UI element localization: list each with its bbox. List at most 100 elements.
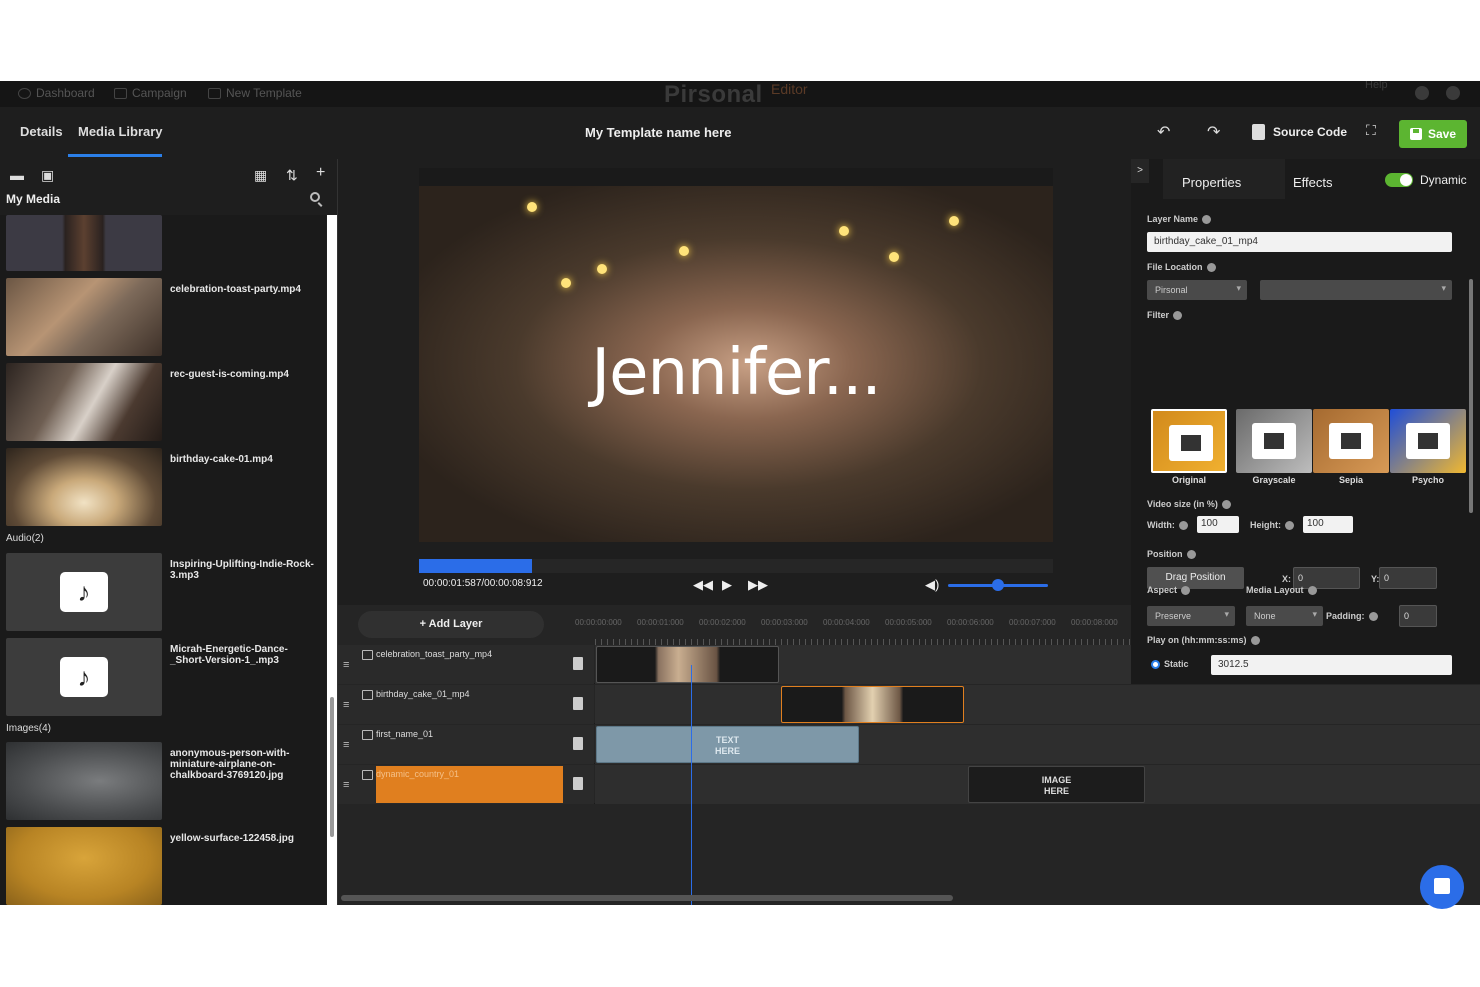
text-layer-icon <box>362 730 373 740</box>
track-name[interactable]: celebration_toast_party_mp4 <box>376 649 492 659</box>
info-icon[interactable] <box>1186 549 1196 559</box>
padding-input[interactable]: 0 <box>1399 605 1437 627</box>
track-lane[interactable] <box>595 685 1480 724</box>
save-button[interactable]: Save <box>1399 120 1467 148</box>
sort-icon[interactable]: ⇅ <box>286 167 298 184</box>
info-icon[interactable] <box>1202 214 1212 224</box>
scrollbar-thumb[interactable] <box>330 697 334 837</box>
media-thumbnail[interactable] <box>6 363 162 441</box>
trash-icon[interactable] <box>573 657 583 670</box>
video-frame[interactable]: Jennifer... <box>419 186 1053 542</box>
file-location-select[interactable]: Pirsonal <box>1147 280 1247 300</box>
drag-handle-icon[interactable]: ≡ <box>343 739 349 751</box>
add-layer-button[interactable]: + Add Layer <box>358 611 544 638</box>
fullscreen-icon[interactable]: ⛶ <box>1366 122 1376 139</box>
trash-icon[interactable] <box>573 777 583 790</box>
fast-forward-icon[interactable]: ▶▶ <box>748 577 768 593</box>
redo-icon[interactable]: ↷ <box>1207 122 1220 142</box>
bell-icon[interactable] <box>1415 86 1429 100</box>
height-input[interactable]: 100 <box>1303 516 1353 533</box>
static-radio[interactable]: Static <box>1151 659 1189 669</box>
image-thumbnail[interactable] <box>6 742 162 820</box>
video-clip-selected[interactable] <box>781 686 964 723</box>
layer-name-input[interactable]: birthday_cake_01_mp4 <box>1147 232 1452 252</box>
track-lane[interactable]: IMAGE HERE <box>595 765 1480 804</box>
image-clip[interactable]: IMAGE HERE <box>968 766 1145 803</box>
play-icon[interactable]: ▶ <box>722 577 732 593</box>
media-thumbnail[interactable] <box>6 448 162 526</box>
info-icon[interactable] <box>1181 585 1191 595</box>
timeline-track: ≡ dynamic_country_01 IMAGE HERE <box>338 765 1480 804</box>
filter-psycho[interactable] <box>1390 409 1466 473</box>
chat-support-button[interactable] <box>1420 865 1464 909</box>
video-clip[interactable] <box>596 646 779 683</box>
media-thumbnail[interactable] <box>6 215 162 271</box>
source-code-button[interactable]: Source Code <box>1252 124 1347 140</box>
upload-folder-icon[interactable]: ▬ <box>10 167 24 183</box>
radio-selected-icon[interactable] <box>1151 659 1160 669</box>
info-icon[interactable] <box>1206 262 1216 272</box>
tab-details[interactable]: Details <box>20 124 63 139</box>
info-icon[interactable] <box>1173 310 1183 320</box>
filter-original[interactable] <box>1151 409 1227 473</box>
info-icon[interactable] <box>1307 585 1317 595</box>
track-lane[interactable]: TEXT HERE <box>595 725 1480 764</box>
filter-sepia[interactable] <box>1313 409 1389 473</box>
tab-effects[interactable]: Effects <box>1293 175 1333 190</box>
volume-icon[interactable]: ◀) <box>925 577 939 593</box>
aspect-select[interactable]: Preserve <box>1147 606 1235 626</box>
info-icon[interactable] <box>1221 499 1231 509</box>
media-item-label[interactable]: Micrah-Energetic-Dance-_Short-Version-1_… <box>170 644 320 666</box>
nav-dashboard[interactable]: Dashboard <box>18 86 95 100</box>
info-icon[interactable] <box>1178 520 1188 530</box>
info-icon[interactable] <box>1285 520 1294 530</box>
grid-view-icon[interactable]: ▦ <box>254 167 267 184</box>
playhead[interactable] <box>691 665 692 905</box>
media-scrollbar[interactable] <box>327 215 337 905</box>
properties-scrollbar[interactable] <box>1469 279 1473 513</box>
image-thumbnail[interactable] <box>6 827 162 905</box>
nav-new-template[interactable]: New Template <box>208 86 302 100</box>
media-item-label[interactable]: rec-guest-is-coming.mp4 <box>170 369 320 380</box>
trash-icon[interactable] <box>573 737 583 750</box>
info-icon[interactable] <box>1368 611 1378 621</box>
filter-grayscale[interactable] <box>1236 409 1312 473</box>
media-thumbnail[interactable] <box>6 278 162 356</box>
track-name[interactable]: first_name_01 <box>376 729 433 739</box>
media-item-label[interactable]: anonymous-person-with-miniature-airplane… <box>170 748 320 781</box>
y-input[interactable]: 0 <box>1379 567 1437 589</box>
drag-handle-icon[interactable]: ≡ <box>343 779 349 791</box>
collapse-panel-button[interactable]: > <box>1131 159 1149 183</box>
trash-icon[interactable] <box>573 697 583 710</box>
width-input[interactable]: 100 <box>1197 516 1239 533</box>
drag-handle-icon[interactable]: ≡ <box>343 699 349 711</box>
media-item-label[interactable]: yellow-surface-122458.jpg <box>170 833 320 844</box>
volume-slider-knob[interactable] <box>992 579 1004 591</box>
rewind-icon[interactable]: ◀◀ <box>693 577 713 593</box>
user-icon[interactable] <box>1446 86 1460 100</box>
nav-campaign[interactable]: Campaign <box>114 86 187 100</box>
gallery-icon[interactable]: ▣ <box>41 167 54 184</box>
tab-properties[interactable]: Properties <box>1182 175 1241 190</box>
media-item-label[interactable]: birthday-cake-01.mp4 <box>170 454 320 465</box>
track-name[interactable]: dynamic_country_01 <box>376 769 459 779</box>
file-location-path-select[interactable] <box>1260 280 1452 300</box>
audio-thumbnail[interactable]: ♪ <box>6 553 162 631</box>
dynamic-toggle[interactable] <box>1385 173 1413 187</box>
media-item-label[interactable]: Inspiring-Uplifting-Indie-Rock-3.mp3 <box>170 559 320 581</box>
search-icon[interactable] <box>310 192 320 202</box>
drag-handle-icon[interactable]: ≡ <box>343 659 349 671</box>
tab-media-library[interactable]: Media Library <box>78 124 163 139</box>
help-link[interactable]: Help <box>1365 81 1388 91</box>
media-layout-select[interactable]: None <box>1246 606 1323 626</box>
undo-icon[interactable]: ↶ <box>1157 122 1170 142</box>
track-name[interactable]: birthday_cake_01_mp4 <box>376 689 470 699</box>
info-icon[interactable] <box>1250 635 1260 645</box>
play-on-input[interactable]: 3012.5 <box>1211 655 1452 675</box>
media-item-label[interactable]: celebration-toast-party.mp4 <box>170 284 320 295</box>
audio-thumbnail[interactable]: ♪ <box>6 638 162 716</box>
template-name[interactable]: My Template name here <box>585 125 731 140</box>
add-media-icon[interactable]: + <box>316 164 325 182</box>
timeline-horizontal-scrollbar[interactable] <box>341 895 953 901</box>
text-clip[interactable]: TEXT HERE <box>596 726 859 763</box>
